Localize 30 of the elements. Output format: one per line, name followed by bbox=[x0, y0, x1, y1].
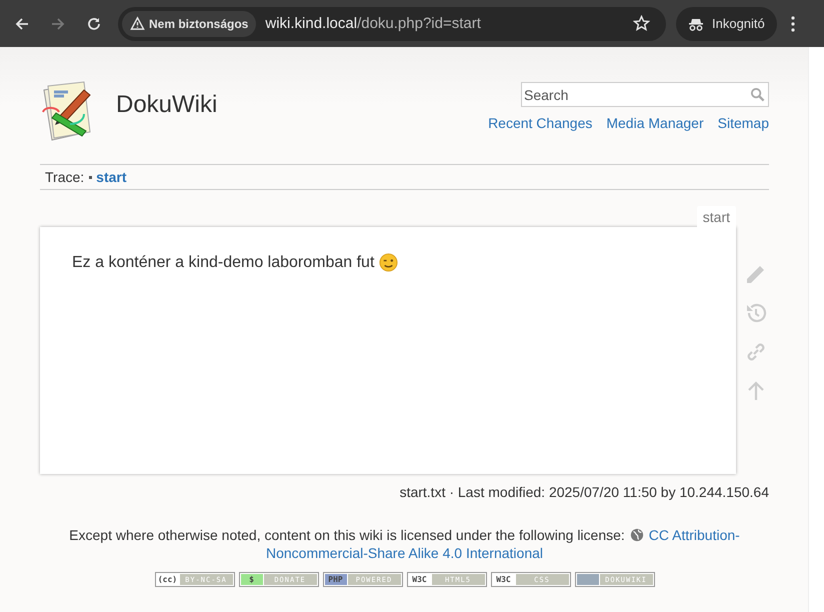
nav-link[interactable]: Sitemap bbox=[718, 115, 769, 131]
license-link[interactable]: CC Attribution- bbox=[648, 526, 740, 544]
trace-label: Trace: bbox=[45, 169, 84, 185]
site-title[interactable]: DokuWiki bbox=[116, 91, 218, 119]
incognito-chip[interactable]: Inkognitó bbox=[676, 6, 777, 40]
bullet-icon bbox=[89, 176, 92, 178]
document-info: start.txt · Last modified: 2025/07/20 11:50 by 10.244.150.64 bbox=[398, 484, 769, 500]
search-icon[interactable] bbox=[750, 87, 765, 102]
search-field[interactable]: Search bbox=[521, 82, 769, 107]
reload-icon[interactable] bbox=[86, 16, 102, 32]
star-icon[interactable] bbox=[633, 15, 650, 32]
winking-smiley-icon bbox=[379, 253, 398, 272]
menu-icon[interactable] bbox=[790, 16, 795, 32]
globe-icon bbox=[630, 528, 644, 542]
warning-icon bbox=[130, 16, 145, 31]
security-label: Nem biztonságos bbox=[149, 16, 248, 30]
url-text: wiki.kind.local/doku.php?id=start bbox=[265, 15, 482, 32]
history-icon[interactable] bbox=[744, 301, 768, 325]
nav-link[interactable]: Media Manager bbox=[606, 115, 704, 131]
address-bar[interactable]: Nem biztonságos wiki.kind.local/doku.php?id=start bbox=[118, 6, 666, 40]
trace-link[interactable]: start bbox=[96, 169, 127, 185]
scrollbar[interactable] bbox=[808, 47, 824, 612]
page-text: Ez a konténer a kind-demo laboromban fut bbox=[72, 254, 374, 272]
back-icon[interactable] bbox=[14, 16, 30, 32]
forward-icon[interactable] bbox=[50, 16, 66, 32]
security-chip[interactable]: Nem biztonságos bbox=[122, 10, 256, 36]
profile-label: Inkognitó bbox=[712, 16, 765, 31]
license-link[interactable]: Noncommercial-Share Alike 4.0 International bbox=[266, 544, 544, 562]
nav-link[interactable]: Recent Changes bbox=[488, 115, 592, 131]
license-text: Except where otherwise noted, content on this wiki is licensed under the following license: bbox=[69, 526, 625, 544]
